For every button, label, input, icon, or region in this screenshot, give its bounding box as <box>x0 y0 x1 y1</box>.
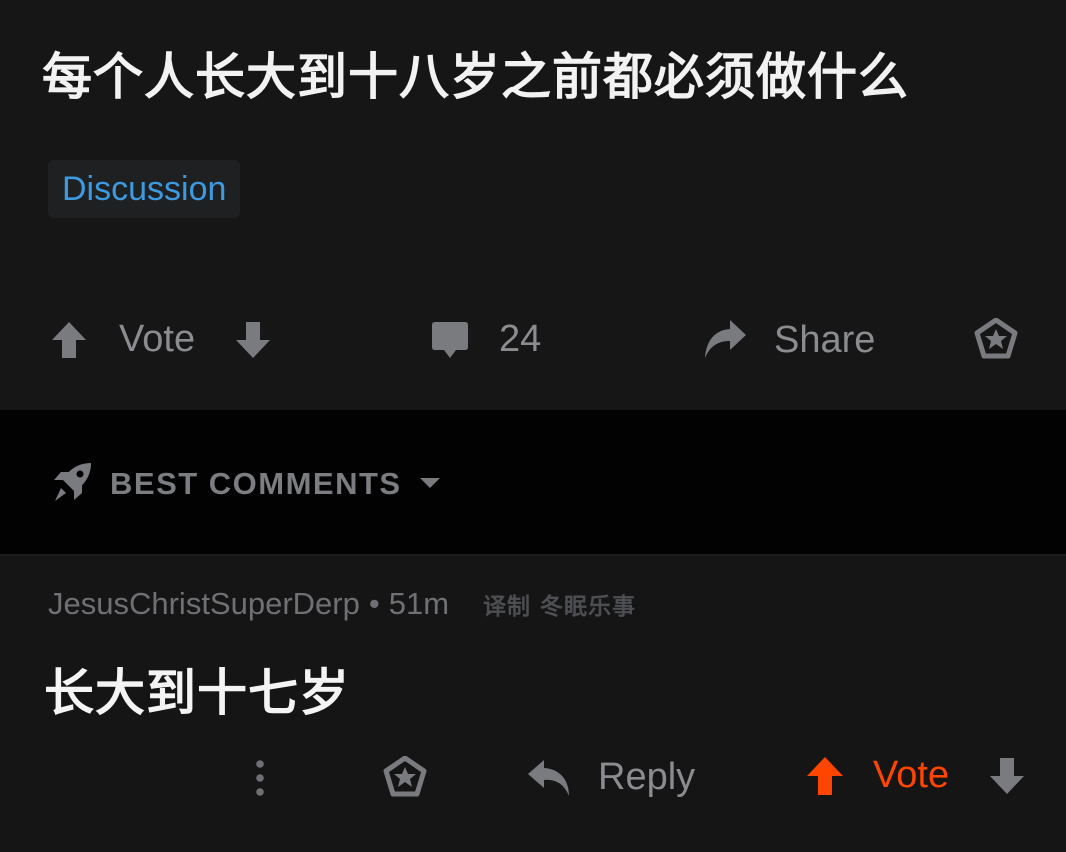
post-flair-label: Discussion <box>62 170 227 208</box>
translation-watermark: 译制 冬眠乐事 <box>483 594 637 620</box>
comment-age: 51m <box>388 586 450 621</box>
post-flair[interactable]: Discussion <box>48 160 241 218</box>
post-action-bar: Vote 24 Share <box>0 300 1066 380</box>
comment-vote-label: Vote <box>873 754 950 796</box>
comment-reply-button[interactable]: Reply <box>526 756 695 799</box>
comment-action-bar: Reply Vote <box>0 746 1066 818</box>
post-share-button[interactable]: Share <box>702 318 875 362</box>
reply-arrow-icon <box>526 758 572 798</box>
comment-sort-dropdown[interactable]: BEST COMMENTS <box>50 460 442 508</box>
rocket-icon <box>50 460 94 508</box>
post-share-label: Share <box>774 318 876 361</box>
post-comment-count: 24 <box>499 318 542 360</box>
comment-upvote-button[interactable]: Vote <box>805 754 949 797</box>
post: 每个人长大到十八岁之前都必须做什么 Discussion Vote 24 Sha… <box>0 0 1066 410</box>
meta-separator: • <box>368 586 380 621</box>
comment-body: 长大到十七岁 <box>44 664 350 722</box>
award-icon <box>383 756 427 798</box>
award-icon <box>974 318 1018 360</box>
post-award-button[interactable] <box>974 318 1018 360</box>
comment-downvote-button[interactable] <box>988 756 1026 796</box>
reddit-thread-view: 每个人长大到十八岁之前都必须做什么 Discussion Vote 24 Sha… <box>0 0 1066 852</box>
post-vote-label: Vote <box>119 318 196 360</box>
arrow-down-icon <box>988 756 1026 796</box>
post-upvote-button[interactable] <box>50 320 88 360</box>
comment-sort-label: BEST COMMENTS <box>110 466 402 501</box>
share-arrow-icon <box>702 318 748 362</box>
post-comments-button[interactable]: 24 <box>430 318 541 361</box>
arrow-up-icon <box>805 755 845 797</box>
comment-author[interactable]: JesusChristSuperDerp <box>48 586 360 622</box>
speech-bubble-icon <box>430 320 470 360</box>
comment: JesusChristSuperDerp • 51m 译制 冬眠乐事 长大到十七… <box>0 556 1066 852</box>
arrow-down-icon <box>234 320 272 360</box>
comment-award-button[interactable] <box>383 756 427 798</box>
vertical-dots-icon <box>252 758 268 798</box>
comment-meta: JesusChristSuperDerp • 51m 译制 冬眠乐事 <box>48 586 636 622</box>
post-title: 每个人长大到十八岁之前都必须做什么 <box>42 48 909 106</box>
caret-down-icon <box>418 475 442 494</box>
comment-more-button[interactable] <box>252 758 268 798</box>
post-downvote-button[interactable] <box>234 320 272 360</box>
arrow-up-icon <box>50 320 88 360</box>
comment-reply-label: Reply <box>598 756 696 798</box>
